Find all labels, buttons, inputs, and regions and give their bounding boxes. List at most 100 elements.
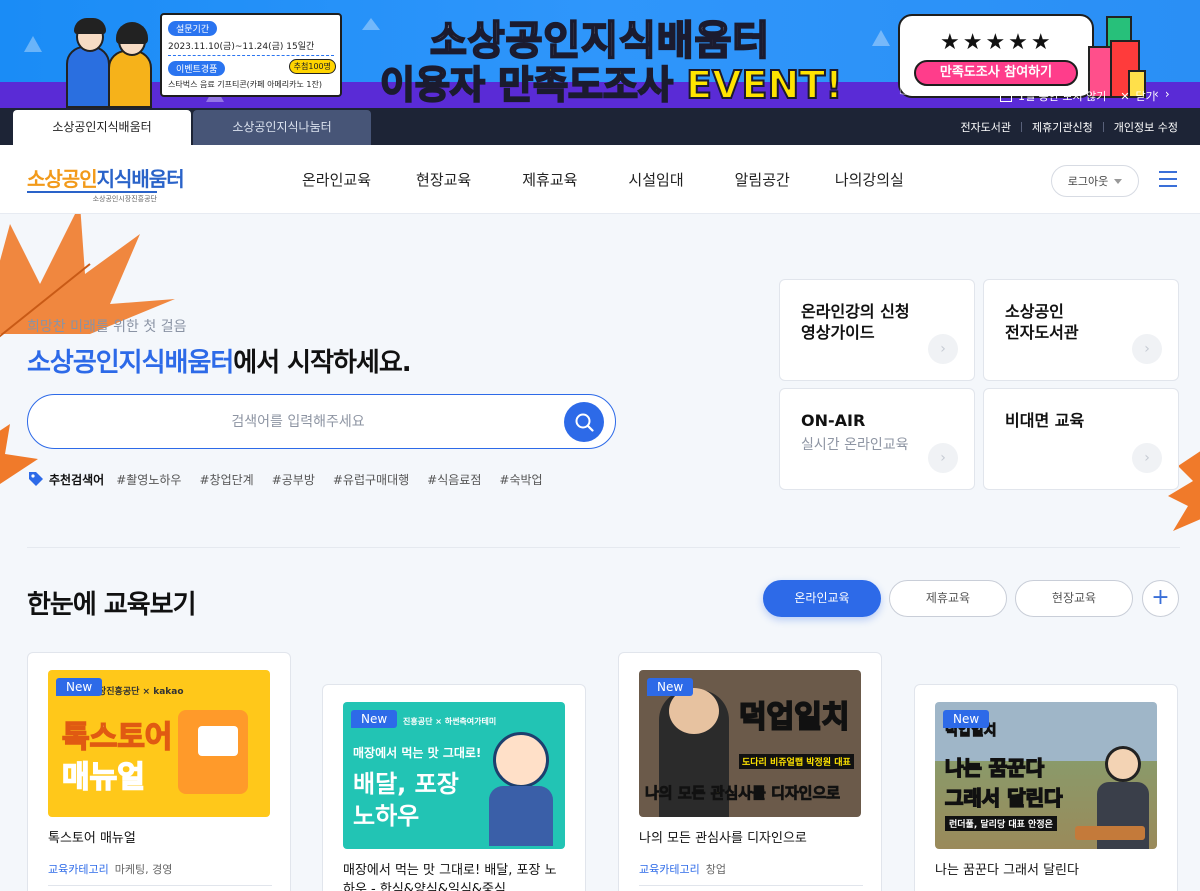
thumb-text: 나의 모든 관심사를 디자인으로: [645, 784, 841, 803]
prize-text: 스타벅스 음료 기프티콘(카페 아메리카노 1잔): [168, 80, 322, 89]
nav-facility-rent[interactable]: 시설임대: [628, 169, 683, 190]
quick-link-video-guide[interactable]: 온라인강의 신청 영상가이드 ›: [779, 279, 975, 381]
search-input[interactable]: [58, 395, 538, 448]
card-thumbnail: 진흥공단 × 하썬측여가테미 매장에서 먹는 맛 그대로! 배달, 포장 노하우…: [343, 702, 565, 849]
tab-field-edu[interactable]: 현장교육: [1015, 580, 1133, 617]
chevron-right-icon: ›: [928, 334, 958, 364]
card-category-value: 마케팅, 경영: [114, 863, 173, 876]
nav-field-edu[interactable]: 현장교육: [416, 169, 471, 190]
nav-online-edu[interactable]: 온라인교육: [302, 169, 371, 190]
hero-title: 소상공인지식배움터에서 시작하세요.: [27, 342, 412, 379]
tab-online-edu[interactable]: 온라인교육: [763, 580, 881, 617]
survey-cta-box: ★★★★★ 만족도조사 참여하기: [898, 14, 1094, 98]
site-logo[interactable]: 소상공인지식배움터 소상공인시장진흥공단: [27, 163, 185, 204]
event-banner[interactable]: 설문기간 2023.11.10(금)~11.24(금) 15일간 이벤트경품 추…: [0, 0, 1200, 108]
site-tab-learning[interactable]: 소상공인지식배움터: [13, 110, 191, 145]
banner-close-bar: 1일 동안 보지 않기 ✕ 닫기: [1000, 88, 1156, 104]
thumb-text: 런더풀, 달리당 대표 안정은: [945, 816, 1057, 831]
tab-partner-edu[interactable]: 제휴교육: [889, 580, 1007, 617]
card-thumbnail: 덕업일치 나는 꿈꾼다 그래서 달린다 런더풀, 달리당 대표 안정은 New: [935, 702, 1157, 849]
nav-partner-edu[interactable]: 제휴교육: [522, 169, 577, 190]
quick-link-subtitle: 실시간 온라인교육: [801, 437, 909, 453]
card-category-label: 교육카테고리: [639, 863, 700, 876]
pointer-hand-icon: ☝: [898, 72, 914, 102]
banner-prev-icon[interactable]: ‹: [1154, 87, 1165, 101]
hide-today-label[interactable]: 1일 동안 보지 않기: [1018, 88, 1106, 104]
join-survey-button[interactable]: 만족도조사 참여하기: [914, 60, 1078, 86]
new-badge: New: [351, 710, 398, 728]
hamburger-menu-icon[interactable]: [1159, 171, 1177, 187]
more-plus-icon[interactable]: +: [1142, 580, 1179, 617]
search-button[interactable]: [564, 402, 604, 442]
card-category-value: 창업: [705, 863, 726, 876]
edu-card[interactable]: 장진흥공단 × kakao 톡스토어 매뉴얼 New 톡스토어 매뉴얼 교육카테…: [27, 652, 291, 891]
period-tag: 설문기간: [168, 21, 218, 36]
card-thumbnail: 장진흥공단 × kakao 톡스토어 매뉴얼 New: [48, 670, 270, 817]
site-tab-sharing[interactable]: 소상공인지식나눔터: [193, 110, 371, 145]
search-icon: [575, 413, 594, 432]
link-edit-profile[interactable]: 개인정보 수정: [1114, 119, 1178, 135]
quick-link-on-air[interactable]: ON-AIR 실시간 온라인교육 ›: [779, 388, 975, 490]
thumb-text: 톡스토어: [61, 719, 173, 756]
banner-illustration-people: [62, 12, 152, 108]
thumb-brand: 진흥공단 × 하썬측여가테미: [403, 717, 497, 726]
banner-subtitle: 이용자 만족도조사 EVENT!: [379, 62, 844, 108]
recommended-keywords: 추천검색어 #촬영노하우 #창업단계 #공부방 #유럽구매대행 #식음료점 #숙…: [27, 470, 561, 488]
keyword-link[interactable]: #공부방: [272, 471, 315, 488]
site-header: 소상공인지식배움터 소상공인시장진흥공단 온라인교육 현장교육 제휴교육 시설임…: [0, 145, 1200, 214]
chevron-right-icon: ›: [1132, 334, 1162, 364]
chevron-right-icon: ›: [1132, 443, 1162, 473]
tag-icon: [29, 472, 43, 486]
chevron-right-icon: ›: [928, 443, 958, 473]
search-box: [27, 394, 616, 449]
quick-link-title: ON-AIR: [801, 411, 866, 430]
utility-bar: 소상공인지식배움터 소상공인지식나눔터 전자도서관 제휴기관신청 개인정보 수정: [0, 108, 1200, 145]
edu-card[interactable]: 진흥공단 × 하썬측여가테미 매장에서 먹는 맛 그대로! 배달, 포장 노하우…: [322, 684, 586, 891]
thumb-text: 그래서 달린다: [944, 785, 1063, 811]
card-title[interactable]: 나는 꿈꾼다 그래서 달린다: [935, 861, 1159, 880]
decor-triangle: [872, 30, 890, 46]
utility-links: 전자도서관 제휴기관신청 개인정보 수정: [960, 108, 1178, 145]
edu-card[interactable]: 덕업일치 나는 꿈꾼다 그래서 달린다 런더풀, 달리당 대표 안정은 New …: [914, 684, 1178, 891]
logo-text-blue: 지식배움터: [96, 167, 185, 191]
decor-triangle: [362, 18, 380, 30]
quick-link-e-library[interactable]: 소상공인 전자도서관 ›: [983, 279, 1179, 381]
raffle-badge: 추첨100명: [288, 59, 336, 74]
keyword-link[interactable]: #창업단계: [199, 471, 253, 488]
card-category: 교육카테고리 마케팅, 경영: [48, 861, 172, 877]
decor-triangle: [24, 36, 42, 52]
event-info-card: 설문기간 2023.11.10(금)~11.24(금) 15일간 이벤트경품 추…: [160, 13, 342, 97]
new-badge: New: [647, 678, 694, 696]
keyword-link[interactable]: #촬영노하우: [116, 471, 181, 488]
thumb-brand: 장진흥공단 × kakao: [98, 687, 184, 697]
card-title[interactable]: 톡스토어 매뉴얼: [48, 829, 272, 848]
close-icon[interactable]: ✕: [1120, 90, 1129, 103]
keyword-link[interactable]: #유럽구매대행: [333, 471, 409, 488]
hide-today-checkbox[interactable]: [1000, 90, 1012, 102]
close-banner-button[interactable]: 닫기: [1136, 88, 1156, 104]
chevron-down-icon: [1114, 178, 1123, 184]
link-e-library[interactable]: 전자도서관: [960, 119, 1011, 135]
card-title[interactable]: 매장에서 먹는 맛 그대로! 배달, 포장 노하우 - 한식&양식&일식&중식: [343, 861, 567, 891]
quick-link-untact-edu[interactable]: 비대면 교육 ›: [983, 388, 1179, 490]
recommend-label: 추천검색어: [49, 472, 105, 487]
prize-tag: 이벤트경품: [168, 61, 226, 76]
edu-card[interactable]: 덕업일치 도다리 비쥬얼랩 박정원 대표 나의 모든 관심사를 디자인으로 Ne…: [618, 652, 882, 891]
banner-arrows: ‹›: [1154, 87, 1176, 101]
nav-notice[interactable]: 알림공간: [735, 169, 790, 190]
logo-subtext: 소상공인시장진흥공단: [27, 191, 157, 204]
card-category: 교육카테고리 창업: [639, 861, 726, 877]
banner-next-icon[interactable]: ›: [1165, 87, 1176, 101]
thumb-text: 나는 꿈꾼다: [944, 755, 1044, 781]
thumb-text: 덕업일치: [738, 699, 850, 736]
logout-label: 로그아웃: [1067, 175, 1109, 188]
nav-my-classroom[interactable]: 나의강의실: [835, 169, 904, 190]
keyword-link[interactable]: #숙박업: [499, 471, 542, 488]
logout-button[interactable]: 로그아웃: [1051, 165, 1139, 197]
card-title[interactable]: 나의 모든 관심사를 디자인으로: [639, 829, 863, 848]
keyword-link[interactable]: #식음료점: [427, 471, 481, 488]
link-partner-apply[interactable]: 제휴기관신청: [1032, 119, 1093, 135]
thumb-text: 배달, 포장: [353, 770, 459, 798]
edu-section-title: 한눈에 교육보기: [27, 590, 196, 620]
thumb-text: 매뉴얼: [61, 759, 145, 796]
